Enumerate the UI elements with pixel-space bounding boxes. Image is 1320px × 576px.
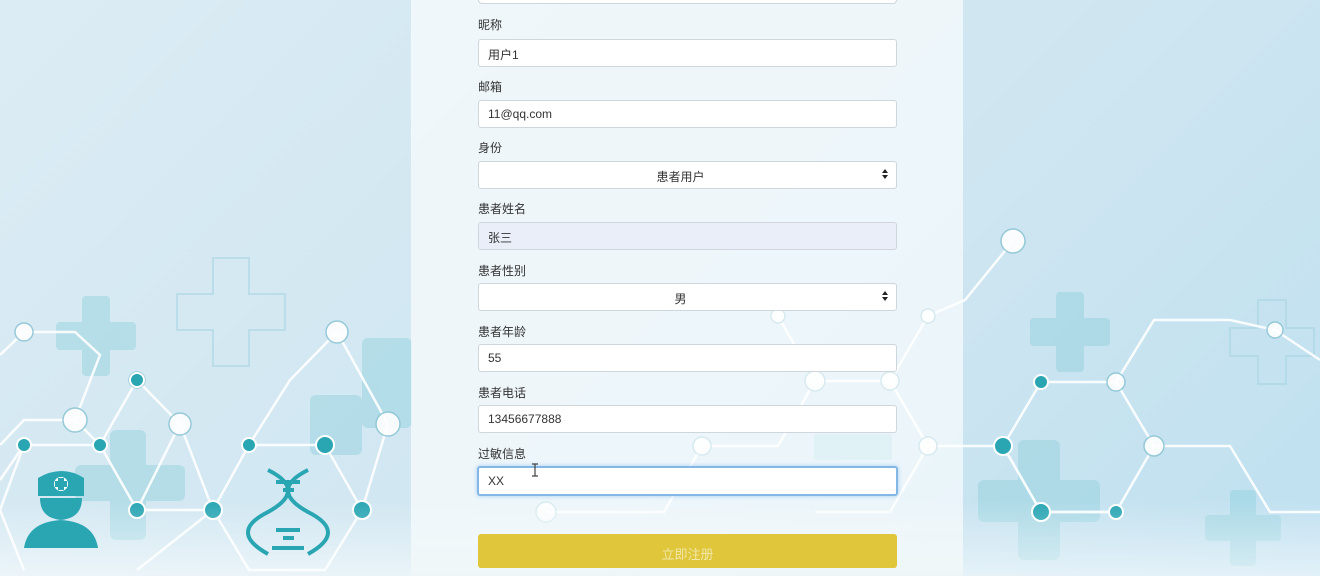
text-cursor-icon bbox=[532, 463, 538, 477]
nickname-label: 昵称 bbox=[478, 18, 503, 32]
register-button[interactable]: 立即注册 bbox=[478, 534, 897, 568]
register-button-label: 立即注册 bbox=[661, 547, 714, 562]
allergy-label: 过敏信息 bbox=[478, 447, 527, 461]
patient-age-input[interactable]: 55 bbox=[478, 344, 897, 372]
patient-phone-label: 患者电话 bbox=[478, 386, 527, 400]
identity-label: 身份 bbox=[478, 141, 503, 155]
patient-age-label: 患者年龄 bbox=[478, 325, 527, 339]
previous-input-field[interactable] bbox=[478, 0, 897, 4]
nickname-input[interactable]: 用户1 bbox=[478, 39, 897, 67]
email-value: 11@qq.com bbox=[488, 107, 552, 121]
allergy-value: XX bbox=[488, 474, 505, 488]
patient-name-input[interactable]: 张三 bbox=[478, 222, 897, 250]
patient-phone-value: 13456677888 bbox=[488, 412, 562, 426]
patient-name-value: 张三 bbox=[488, 231, 513, 245]
select-arrows-icon bbox=[882, 290, 888, 302]
identity-select[interactable]: 患者用户 bbox=[478, 161, 897, 189]
email-input[interactable]: 11@qq.com bbox=[478, 100, 897, 128]
identity-value: 患者用户 bbox=[656, 170, 705, 184]
patient-phone-input[interactable]: 13456677888 bbox=[478, 405, 897, 433]
email-label: 邮箱 bbox=[478, 80, 503, 94]
patient-gender-label: 患者性别 bbox=[478, 264, 527, 278]
patient-age-value: 55 bbox=[488, 351, 502, 365]
patient-name-label: 患者姓名 bbox=[478, 202, 527, 216]
nickname-value: 用户1 bbox=[488, 48, 519, 62]
allergy-input[interactable]: XX bbox=[477, 466, 898, 496]
patient-gender-select[interactable]: 男 bbox=[478, 283, 897, 311]
select-arrows-icon bbox=[882, 168, 888, 180]
patient-gender-value: 男 bbox=[674, 292, 687, 306]
